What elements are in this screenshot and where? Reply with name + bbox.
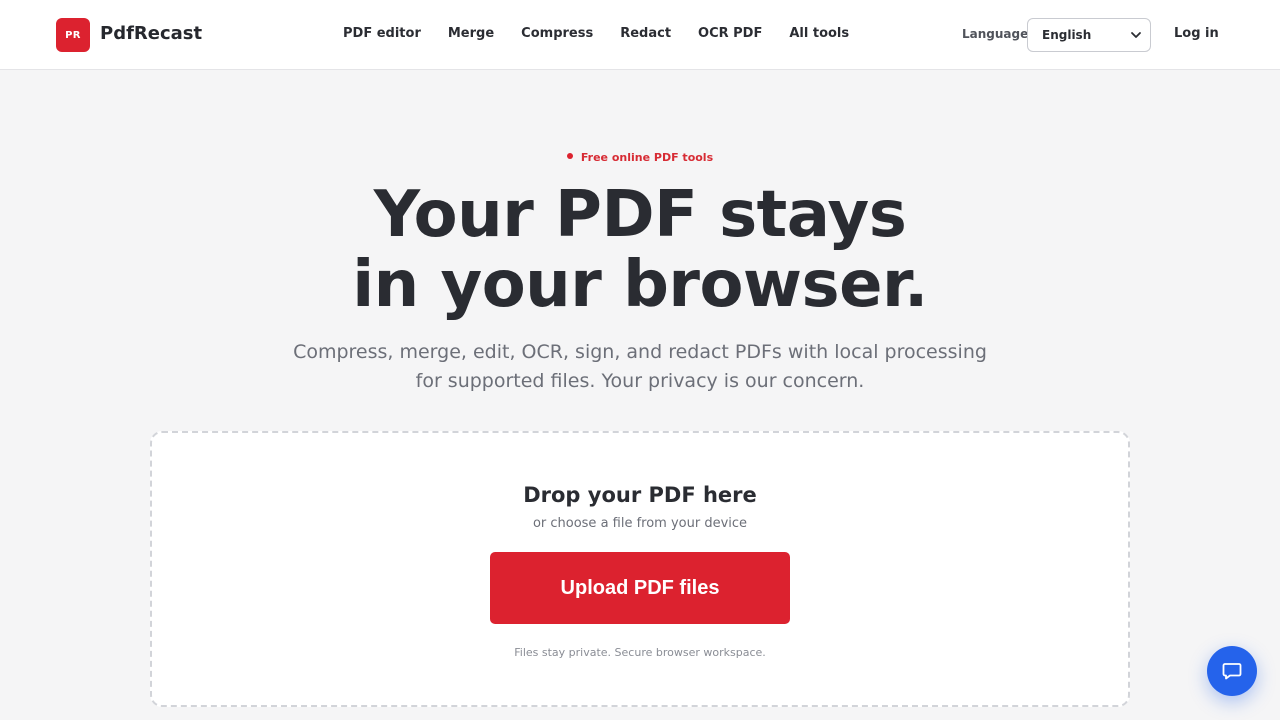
dropzone-privacy-note: Files stay private. Secure browser works… <box>514 646 766 659</box>
chat-button[interactable] <box>1207 646 1257 696</box>
nav-redact[interactable]: Redact <box>620 26 671 41</box>
nav-merge[interactable]: Merge <box>448 26 494 41</box>
nav-all-tools[interactable]: All tools <box>789 26 849 41</box>
hero-subtitle-line-2: for supported files. Your privacy is our… <box>415 370 865 392</box>
login-link[interactable]: Log in <box>1174 26 1219 41</box>
language-selected-value: English <box>1042 28 1092 42</box>
eyebrow-text: Free online PDF tools <box>580 151 714 164</box>
hero-title-line-2: in your browser. <box>352 248 928 322</box>
upload-pdf-button[interactable]: Upload PDF files <box>490 552 790 624</box>
hero-eyebrow: Free online PDF tools <box>0 151 1280 164</box>
main-nav: PDF editor Merge Compress Redact OCR PDF… <box>343 26 876 41</box>
hero-title: Your PDF stays in your browser. <box>0 180 1280 320</box>
chat-icon <box>1222 663 1242 680</box>
nav-compress[interactable]: Compress <box>521 26 593 41</box>
dropzone-subtitle: or choose a file from your device <box>532 516 748 531</box>
red-dot-icon <box>566 153 573 159</box>
site-header: PR PdfRecast PDF editor Merge Compress R… <box>0 0 1280 70</box>
logo-badge[interactable]: PR <box>56 18 90 52</box>
language-label: Language <box>962 27 1029 41</box>
dropzone-title: Drop your PDF here <box>523 483 757 507</box>
hero-subtitle-line-1: Compress, merge, edit, OCR, sign, and re… <box>293 341 987 363</box>
pdf-dropzone[interactable]: Drop your PDF here or choose a file from… <box>150 431 1130 707</box>
hero-subtitle: Compress, merge, edit, OCR, sign, and re… <box>290 338 990 396</box>
language-select[interactable]: English <box>1027 18 1151 52</box>
chevron-down-icon <box>1131 32 1141 38</box>
nav-pdf-editor[interactable]: PDF editor <box>343 26 421 41</box>
hero-title-line-1: Your PDF stays <box>373 178 907 252</box>
nav-ocr-pdf[interactable]: OCR PDF <box>698 26 762 41</box>
brand-name[interactable]: PdfRecast <box>100 23 202 44</box>
